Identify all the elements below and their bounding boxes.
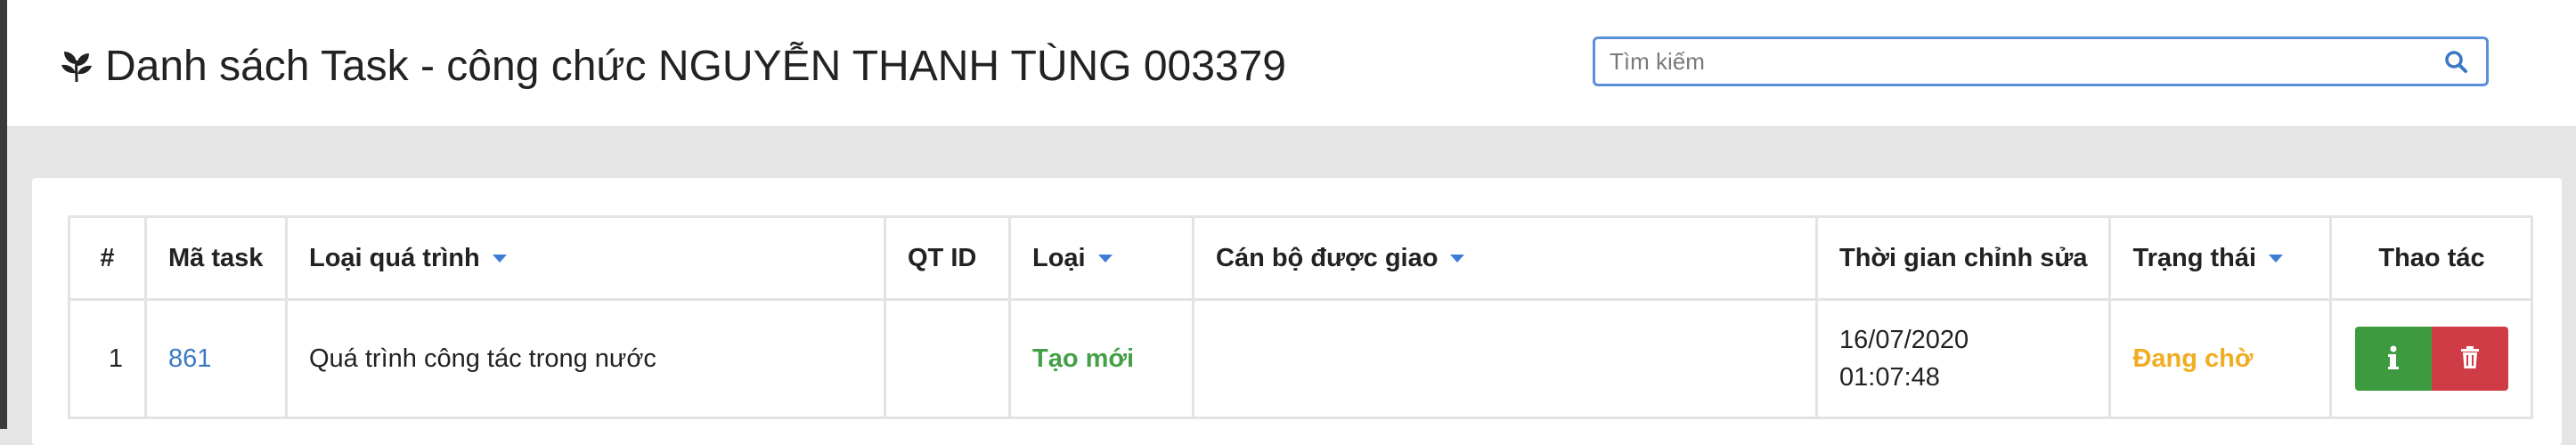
content-panel: # Mã task Loại quá trình QT ID Loại Cán … xyxy=(32,178,2562,445)
page-title: Danh sách Task - công chức NGUYỄN THANH … xyxy=(105,42,1286,90)
page-header: Danh sách Task - công chức NGUYỄN THANH … xyxy=(7,0,2576,127)
sort-caret-icon[interactable] xyxy=(1097,255,1113,263)
search-icon[interactable] xyxy=(2443,49,2468,74)
column-header-process-type[interactable]: Loại quá trình xyxy=(285,215,886,301)
table-row: 1 861 Quá trình công tác trong nước Tạo … xyxy=(68,298,2534,419)
row-actions xyxy=(2329,298,2534,419)
status-badge: Đang chờ xyxy=(2132,344,2254,373)
type-badge: Tạo mới xyxy=(1032,344,1135,373)
row-status: Đang chờ xyxy=(2108,298,2333,419)
column-header-assignee[interactable]: Cán bộ được giao xyxy=(1192,215,1818,301)
row-modified-time: 16/07/2020 01:07:48 xyxy=(1814,298,2112,419)
sort-caret-icon[interactable] xyxy=(1450,255,1465,263)
column-header-status[interactable]: Trạng thái xyxy=(2108,215,2333,301)
modified-date: 16/07/2020 xyxy=(1839,326,1969,354)
row-index: 1 xyxy=(68,298,147,419)
modified-time: 01:07:48 xyxy=(1839,363,1940,392)
column-header-actions: Thao tác xyxy=(2329,215,2534,301)
action-button-group xyxy=(2354,327,2508,391)
row-type: Tạo mới xyxy=(1008,298,1194,419)
column-header-qt-id: QT ID xyxy=(884,215,1011,301)
info-button[interactable] xyxy=(2354,327,2432,391)
sort-caret-icon[interactable] xyxy=(492,255,507,263)
leaf-icon xyxy=(57,46,96,85)
task-table: # Mã task Loại quá trình QT ID Loại Cán … xyxy=(68,215,2534,419)
column-header-modified-time: Thời gian chỉnh sửa xyxy=(1814,215,2112,301)
search-input[interactable] xyxy=(1595,38,2443,85)
column-header-index: # xyxy=(68,215,147,301)
table-header-row: # Mã task Loại quá trình QT ID Loại Cán … xyxy=(68,215,2534,301)
search-box[interactable] xyxy=(1593,36,2489,86)
delete-button[interactable] xyxy=(2431,327,2508,391)
row-assignee xyxy=(1192,298,1818,419)
column-header-type[interactable]: Loại xyxy=(1008,215,1194,301)
row-qt-id xyxy=(884,298,1011,419)
sort-caret-icon[interactable] xyxy=(2269,255,2284,263)
window-edge xyxy=(0,0,7,429)
info-icon xyxy=(2387,345,2399,373)
row-task-id: 861 xyxy=(144,298,288,419)
column-header-task-id: Mã task xyxy=(144,215,288,301)
trash-icon xyxy=(2460,345,2480,372)
task-id-link[interactable]: 861 xyxy=(168,344,211,373)
page-title-wrap: Danh sách Task - công chức NGUYỄN THANH … xyxy=(57,34,1286,98)
row-process-type: Quá trình công tác trong nước xyxy=(285,298,886,419)
